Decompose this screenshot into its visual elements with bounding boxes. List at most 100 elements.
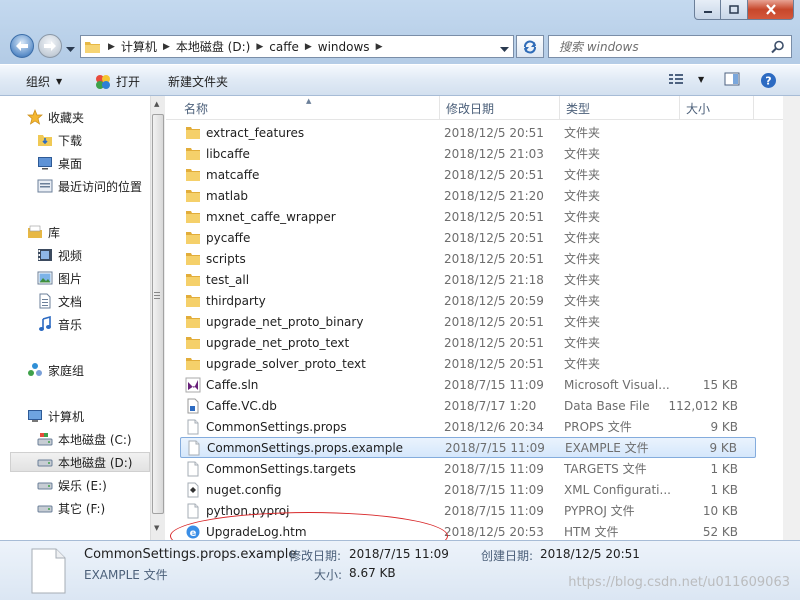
scroll-down-icon[interactable]: ▼ [154,524,159,532]
file-name: libcaffe [206,146,250,161]
maximize-button[interactable] [721,0,748,20]
search-box[interactable]: 搜索 windows [548,35,792,58]
breadcrumb-item[interactable]: caffe [269,40,299,54]
file-row[interactable]: pycaffe 2018/12/5 20:51 文件夹 [180,227,756,248]
file-row[interactable]: nuget.config 2018/7/15 11:09 XML Configura… [180,479,756,500]
column-size[interactable]: 大小 [680,96,754,120]
column-modified-label: 修改日期 [446,101,495,116]
file-name: CommonSettings.targets [206,461,356,476]
help-button[interactable]: ? [760,72,777,89]
nav-drive-d[interactable]: 本地磁盘 (D:) [10,452,150,472]
file-row[interactable]: test_all 2018/12/5 21:18 文件夹 [180,269,756,290]
minimize-button[interactable] [694,0,721,20]
scrollbar-thumb[interactable] [152,114,164,514]
breadcrumb-separator[interactable]: ▶ [256,42,263,52]
refresh-button[interactable] [516,35,544,58]
file-name: upgrade_solver_proto_text [206,356,366,371]
column-modified[interactable]: 修改日期 [440,96,560,120]
breadcrumb-separator[interactable]: ▶ [376,42,383,52]
file-row[interactable]: scripts 2018/12/5 20:51 文件夹 [180,248,756,269]
nav-documents[interactable]: 文档 [36,291,82,311]
nav-downloads[interactable]: 下载 [36,130,82,150]
organize-button[interactable]: 组织 ▼ [26,73,62,90]
nav-videos-label: 视频 [58,248,83,263]
nav-libraries-label: 库 [48,225,61,240]
folder-icon [184,356,202,372]
file-row[interactable]: upgrade_solver_proto_text 2018/12/5 20:51… [180,353,756,374]
back-button[interactable] [10,34,34,58]
refresh-icon [524,39,536,54]
navigation-pane-scrollbar[interactable]: ▲ ▼ [150,96,165,540]
file-row[interactable]: matlab 2018/12/5 21:20 文件夹 [180,185,756,206]
file-row[interactable]: CommonSettings.targets 2018/7/15 11:09 TAR… [180,458,756,479]
file-row[interactable]: CommonSettings.props.example 2018/7/15 11… [180,437,756,458]
view-options-button[interactable]: ▼ [668,72,704,86]
nav-desktop[interactable]: 桌面 [36,153,82,173]
forward-button[interactable] [38,34,62,58]
file-date: 2018/12/5 20:51 [444,356,544,371]
preview-pane-icon [724,72,740,86]
address-bar[interactable]: ▶ 计算机 ▶ 本地磁盘 (D:) ▶ caffe ▶ windows ▶ [80,35,514,58]
file-name: mxnet_caffe_wrapper [206,209,336,224]
visual-studio-icon [184,377,202,393]
file-name: python.pyproj [206,503,290,518]
file-row[interactable]: e UpgradeLog.htm 2018/12/5 20:53 HTM 文件 52 K… [180,521,756,542]
breadcrumb-item[interactable]: 计算机 [121,38,157,55]
music-icon [36,316,54,332]
command-bar: 组织 ▼ 打开 新建文件夹 ▼ ? [0,64,800,96]
nav-pictures[interactable]: 图片 [36,268,82,288]
breadcrumb-separator[interactable]: ▶ [163,42,170,52]
nav-libraries[interactable]: 库 [26,222,60,242]
open-button[interactable]: 打开 [94,73,140,90]
file-row[interactable]: matcaffe 2018/12/5 20:51 文件夹 [180,164,756,185]
nav-drive-e[interactable]: 娱乐 (E:) [36,475,107,495]
column-name[interactable]: 名称 [178,96,440,120]
view-list-icon [669,74,683,84]
recent-pages-dropdown[interactable] [66,42,75,56]
nav-drive-f[interactable]: 其它 (F:) [36,498,105,518]
nav-drive-c[interactable]: 本地磁盘 (C:) [36,429,132,449]
breadcrumb-separator[interactable]: ▶ [305,42,312,52]
column-type[interactable]: 类型 [560,96,680,120]
file-type: TARGETS 文件 [564,462,647,476]
file-size: 9 KB [710,419,738,434]
nav-computer[interactable]: 计算机 [26,406,84,426]
nav-drive-f-label: 其它 (F:) [58,501,106,516]
file-row[interactable]: python.pyproj 2018/7/15 11:09 PYPROJ 文件 10 … [180,500,756,521]
nav-favorites[interactable]: 收藏夹 [26,107,84,127]
scroll-up-icon[interactable]: ▲ [154,100,159,108]
file-row[interactable]: mxnet_caffe_wrapper 2018/12/5 20:51 文件夹 [180,206,756,227]
nav-music[interactable]: 音乐 [36,314,82,334]
new-folder-button[interactable]: 新建文件夹 [168,73,228,90]
nav-documents-label: 文档 [58,294,83,309]
file-type: PYPROJ 文件 [564,504,635,518]
address-history-dropdown[interactable] [500,42,509,56]
explorer-window: ▶ 计算机 ▶ 本地磁盘 (D:) ▶ caffe ▶ windows ▶ 搜索… [0,0,800,600]
nav-recent[interactable]: 最近访问的位置 [36,176,142,196]
file-row[interactable]: extract_features 2018/12/5 20:51 文件夹 [180,122,756,143]
chevron-down-icon: ▼ [56,77,63,86]
breadcrumb-separator[interactable]: ▶ [108,42,115,52]
file-size: 1 KB [710,461,738,476]
file-row[interactable]: CommonSettings.props 2018/12/6 20:34 PROPS… [180,416,756,437]
preview-pane-button[interactable] [724,72,740,86]
file-row[interactable]: Caffe.VC.db 2018/7/17 1:20 Data Base File 1… [180,395,756,416]
file-date: 2018/12/5 20:51 [444,251,544,266]
file-row[interactable]: thirdparty 2018/12/5 20:59 文件夹 [180,290,756,311]
file-size: 52 KB [702,524,738,539]
file-list-scrollbar[interactable] [783,96,800,540]
nav-videos[interactable]: 视频 [36,245,82,265]
file-name: matcaffe [206,167,260,182]
breadcrumb-item[interactable]: windows [318,40,370,54]
nav-homegroup[interactable]: 家庭组 [26,360,84,380]
search-icon[interactable] [771,40,785,54]
file-row[interactable]: Caffe.sln 2018/7/15 11:09 Microsoft Visual… [180,374,756,395]
file-row[interactable]: upgrade_net_proto_text 2018/12/5 20:51 文件夹 [180,332,756,353]
file-date: 2018/12/5 20:53 [444,524,544,539]
file-date: 2018/12/5 20:51 [444,125,544,140]
caption-buttons [694,0,794,20]
breadcrumb-item[interactable]: 本地磁盘 (D:) [176,38,250,55]
file-row[interactable]: libcaffe 2018/12/5 21:03 文件夹 [180,143,756,164]
file-row[interactable]: upgrade_net_proto_binary 2018/12/5 20:51 文… [180,311,756,332]
close-button[interactable] [748,0,794,20]
